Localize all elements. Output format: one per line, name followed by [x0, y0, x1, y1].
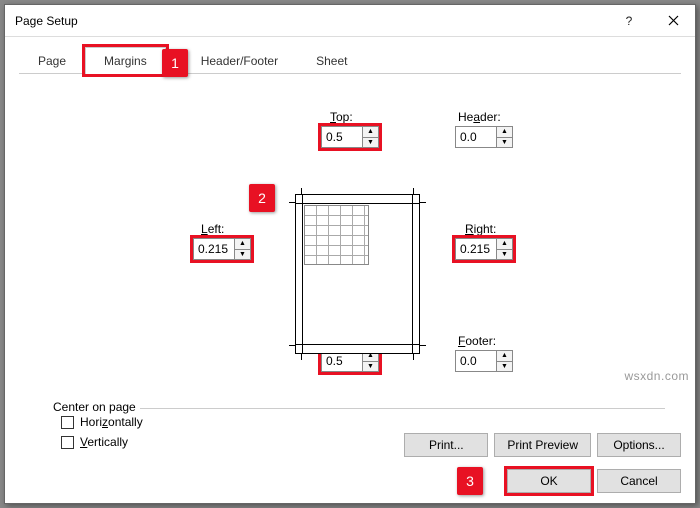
- label-left: Left:: [201, 222, 224, 236]
- spinner-top[interactable]: ▲▼: [321, 126, 379, 148]
- cancel-button[interactable]: Cancel: [597, 469, 681, 493]
- group-title-center: Center on page: [49, 400, 140, 414]
- label-header: Header:: [458, 110, 501, 124]
- tab-header-footer[interactable]: Header/Footer: [182, 47, 297, 74]
- chevron-up-icon[interactable]: ▲: [497, 239, 512, 249]
- print-button[interactable]: Print...: [404, 433, 488, 457]
- spinner-footer[interactable]: ▲▼: [455, 350, 513, 372]
- label-top: Top:: [330, 110, 353, 124]
- input-header[interactable]: [455, 126, 497, 148]
- chevron-up-icon[interactable]: ▲: [497, 351, 512, 361]
- spinner-right-arrows[interactable]: ▲▼: [497, 238, 513, 260]
- input-left[interactable]: [193, 238, 235, 260]
- close-button[interactable]: [651, 5, 695, 37]
- checkbox-icon: [61, 436, 74, 449]
- chevron-up-icon[interactable]: ▲: [497, 127, 512, 137]
- dialog-title: Page Setup: [15, 14, 607, 28]
- ok-button[interactable]: OK: [507, 469, 591, 493]
- chevron-down-icon[interactable]: ▼: [497, 249, 512, 260]
- aux-button-row: Print... Print Preview Options...: [404, 433, 681, 457]
- input-right[interactable]: [455, 238, 497, 260]
- chevron-down-icon[interactable]: ▼: [497, 361, 512, 372]
- spinner-left[interactable]: ▲▼: [193, 238, 251, 260]
- tab-page[interactable]: Page: [19, 47, 85, 74]
- chevron-down-icon[interactable]: ▼: [235, 249, 250, 260]
- spinner-top-arrows[interactable]: ▲▼: [363, 126, 379, 148]
- callout-badge-3: 3: [457, 467, 483, 495]
- chevron-down-icon[interactable]: ▼: [497, 137, 512, 148]
- input-top[interactable]: [321, 126, 363, 148]
- tab-sheet[interactable]: Sheet: [297, 47, 366, 74]
- margins-panel: Top: ▲▼ Header: ▲▼ 2 Left: ▲▼ Right: ▲▼ …: [5, 74, 695, 454]
- tab-margins[interactable]: Margins: [85, 47, 166, 74]
- label-right: Right:: [465, 222, 496, 236]
- dialog-button-row: OK Cancel: [507, 469, 681, 493]
- chevron-up-icon[interactable]: ▲: [363, 127, 378, 137]
- tab-bar: Page Margins Header/Footer Sheet 1: [19, 47, 681, 74]
- callout-badge-1: 1: [162, 49, 188, 77]
- chevron-down-icon[interactable]: ▼: [363, 361, 378, 372]
- checkbox-vertically-label: Vertically: [80, 435, 128, 449]
- spinner-footer-arrows[interactable]: ▲▼: [497, 350, 513, 372]
- spinner-right[interactable]: ▲▼: [455, 238, 513, 260]
- spinner-left-arrows[interactable]: ▲▼: [235, 238, 251, 260]
- close-icon: [668, 15, 679, 26]
- input-footer[interactable]: [455, 350, 497, 372]
- checkbox-icon: [61, 416, 74, 429]
- watermark-text: wsxdn.com: [624, 369, 689, 383]
- help-button[interactable]: ?: [607, 5, 651, 37]
- spinner-header-arrows[interactable]: ▲▼: [497, 126, 513, 148]
- page-setup-dialog: Page Setup ? Page Margins Header/Footer …: [4, 4, 696, 504]
- titlebar: Page Setup ?: [5, 5, 695, 37]
- spinner-header[interactable]: ▲▼: [455, 126, 513, 148]
- chevron-up-icon[interactable]: ▲: [235, 239, 250, 249]
- label-footer: Footer:: [458, 334, 496, 348]
- page-preview: [295, 194, 420, 354]
- chevron-down-icon[interactable]: ▼: [363, 137, 378, 148]
- checkbox-horizontally[interactable]: Horizontally: [61, 415, 665, 429]
- print-preview-button[interactable]: Print Preview: [494, 433, 591, 457]
- checkbox-horizontally-label: Horizontally: [80, 415, 143, 429]
- callout-badge-2: 2: [249, 184, 275, 212]
- options-button[interactable]: Options...: [597, 433, 681, 457]
